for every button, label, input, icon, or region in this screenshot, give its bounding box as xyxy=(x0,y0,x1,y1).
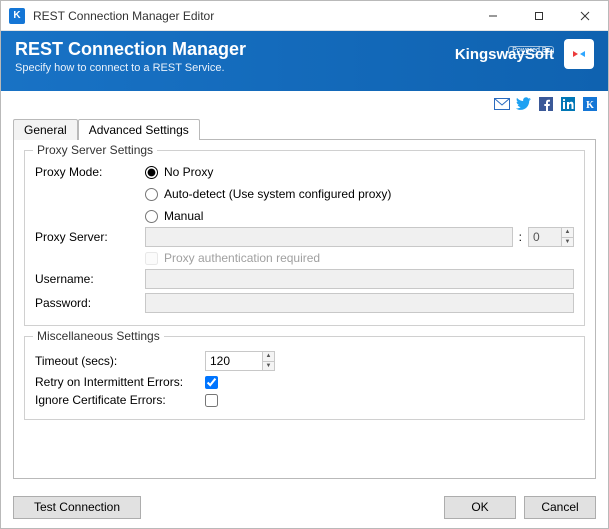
radio-auto-detect-label: Auto-detect (Use system configured proxy… xyxy=(164,187,391,201)
group-proxy-server-settings: Proxy Server Settings Proxy Mode: No Pro… xyxy=(24,150,585,326)
group-misc-legend: Miscellaneous Settings xyxy=(33,329,164,343)
spinner-up-icon[interactable]: ▲ xyxy=(561,228,573,237)
checkbox-proxy-auth-label: Proxy authentication required xyxy=(164,251,320,265)
radio-auto-detect[interactable]: Auto-detect (Use system configured proxy… xyxy=(145,187,391,201)
radio-no-proxy[interactable]: No Proxy xyxy=(145,165,391,179)
header-subtitle: Specify how to connect to a REST Service… xyxy=(15,62,246,74)
tab-general[interactable]: General xyxy=(13,119,78,140)
proxy-password-input[interactable] xyxy=(145,293,574,313)
proxy-server-input[interactable] xyxy=(145,227,513,247)
linkedin-icon[interactable] xyxy=(560,96,576,112)
radio-manual-label: Manual xyxy=(164,209,203,223)
group-miscellaneous-settings: Miscellaneous Settings Timeout (secs): ▲… xyxy=(24,336,585,420)
minimize-button[interactable] xyxy=(470,1,516,31)
label-timeout: Timeout (secs): xyxy=(35,354,205,368)
footer: Test Connection OK Cancel xyxy=(1,486,608,528)
label-proxy-server: Proxy Server: xyxy=(35,230,145,244)
label-retry-intermittent: Retry on Intermittent Errors: xyxy=(35,375,205,389)
checkbox-proxy-auth-required: Proxy authentication required xyxy=(145,251,320,265)
ok-button[interactable]: OK xyxy=(444,496,516,519)
radio-auto-detect-input[interactable] xyxy=(145,188,158,201)
minimize-icon xyxy=(488,11,498,21)
checkbox-ignore-cert[interactable] xyxy=(205,394,218,407)
spinner-down-icon[interactable]: ▼ xyxy=(262,361,274,371)
cancel-button[interactable]: Cancel xyxy=(524,496,596,519)
group-proxy-legend: Proxy Server Settings xyxy=(33,143,157,157)
label-username: Username: xyxy=(35,272,145,286)
radio-manual-input[interactable] xyxy=(145,210,158,223)
checkbox-retry-intermittent[interactable] xyxy=(205,376,218,389)
svg-text:K: K xyxy=(586,100,594,111)
window-title: REST Connection Manager Editor xyxy=(33,9,214,23)
proxy-port-spinner[interactable]: ▲ ▼ xyxy=(528,227,574,247)
brand-name: KingswaySoft xyxy=(455,47,554,62)
brand: Powered By KingswaySoft xyxy=(455,46,554,62)
facebook-icon[interactable] xyxy=(538,96,554,112)
proxy-port-separator: : xyxy=(513,230,528,244)
app-icon: K xyxy=(9,8,25,24)
spinner-down-icon[interactable]: ▼ xyxy=(561,237,573,247)
proxy-username-input[interactable] xyxy=(145,269,574,289)
label-password: Password: xyxy=(35,296,145,310)
tabstrip: General Advanced Settings xyxy=(13,117,596,139)
tab-advanced-settings[interactable]: Advanced Settings xyxy=(78,119,200,140)
close-icon xyxy=(580,11,590,21)
tab-panel-advanced: Proxy Server Settings Proxy Mode: No Pro… xyxy=(13,139,596,479)
titlebar: K REST Connection Manager Editor xyxy=(1,1,608,31)
maximize-button[interactable] xyxy=(516,1,562,31)
spinner-up-icon[interactable]: ▲ xyxy=(262,352,274,361)
test-connection-button[interactable]: Test Connection xyxy=(13,496,141,519)
social-links: K xyxy=(1,91,608,115)
mail-icon[interactable] xyxy=(494,96,510,112)
twitter-icon[interactable] xyxy=(516,96,532,112)
checkbox-proxy-auth-input xyxy=(145,252,158,265)
label-ignore-cert: Ignore Certificate Errors: xyxy=(35,393,205,407)
header-banner: REST Connection Manager Specify how to c… xyxy=(1,31,608,91)
radio-no-proxy-label: No Proxy xyxy=(164,165,213,179)
header-title: REST Connection Manager xyxy=(15,39,246,60)
radio-no-proxy-input[interactable] xyxy=(145,166,158,179)
timeout-spinner[interactable]: ▲ ▼ xyxy=(205,351,275,371)
k-icon[interactable]: K xyxy=(582,96,598,112)
radio-manual[interactable]: Manual xyxy=(145,209,391,223)
maximize-icon xyxy=(534,11,544,21)
brand-logo-icon xyxy=(564,39,594,69)
close-button[interactable] xyxy=(562,1,608,31)
label-proxy-mode: Proxy Mode: xyxy=(35,165,145,179)
